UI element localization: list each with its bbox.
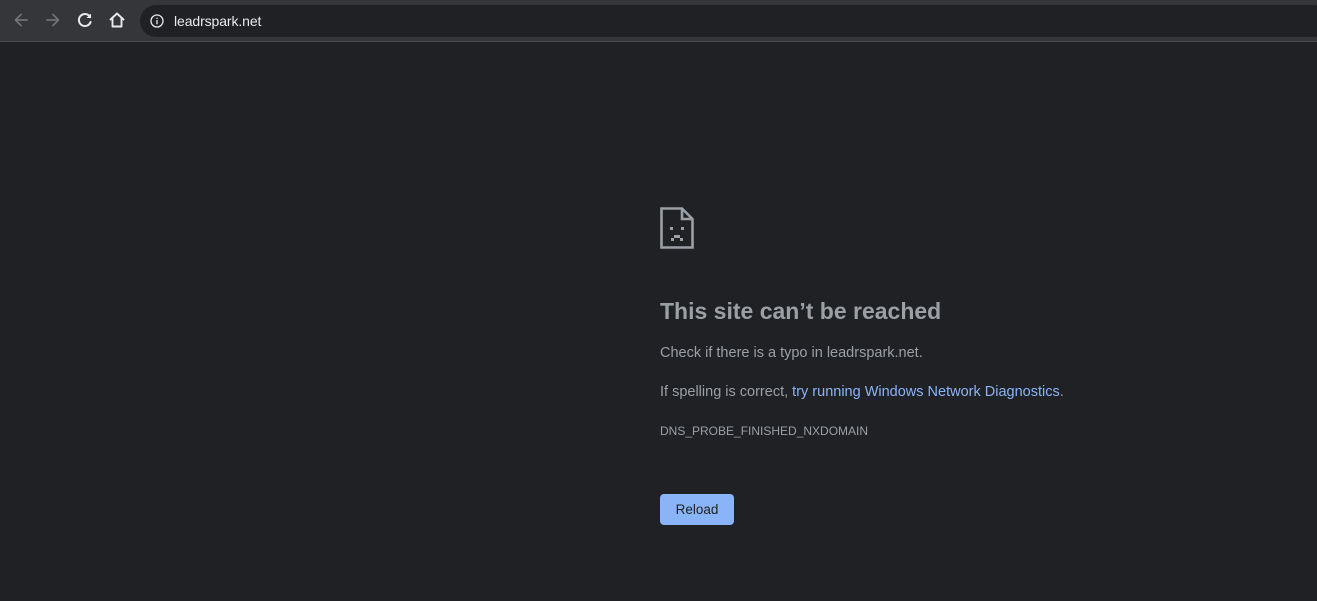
network-diagnostics-link[interactable]: try running Windows Network Diagnostics bbox=[792, 384, 1060, 400]
typo-hint: Check if there is a typo in leadrspark.n… bbox=[660, 345, 923, 361]
reload-button[interactable]: Reload bbox=[660, 494, 734, 525]
home-icon bbox=[109, 12, 125, 28]
browser-toolbar: leadrspark.net bbox=[0, 0, 1317, 42]
forward-button[interactable] bbox=[38, 5, 68, 35]
diagnostics-prefix: If spelling is correct, bbox=[660, 384, 793, 400]
error-title: This site can’t be reached bbox=[660, 298, 942, 324]
diagnostics-hint: If spelling is correct, try running Wind… bbox=[660, 383, 1064, 401]
address-bar[interactable]: leadrspark.net bbox=[140, 5, 1317, 37]
url-text[interactable]: leadrspark.net bbox=[174, 13, 261, 29]
diagnostics-suffix: . bbox=[1059, 384, 1064, 400]
error-code: DNS_PROBE_FINISHED_NXDOMAIN bbox=[660, 424, 869, 438]
arrow-left-icon bbox=[14, 13, 28, 27]
back-button[interactable] bbox=[6, 5, 36, 35]
home-button[interactable] bbox=[102, 5, 132, 35]
arrow-right-icon bbox=[46, 13, 60, 27]
reload-icon bbox=[77, 13, 92, 28]
info-icon[interactable] bbox=[150, 14, 164, 28]
sad-page-icon bbox=[660, 207, 694, 249]
reload-page-button[interactable] bbox=[70, 5, 100, 35]
